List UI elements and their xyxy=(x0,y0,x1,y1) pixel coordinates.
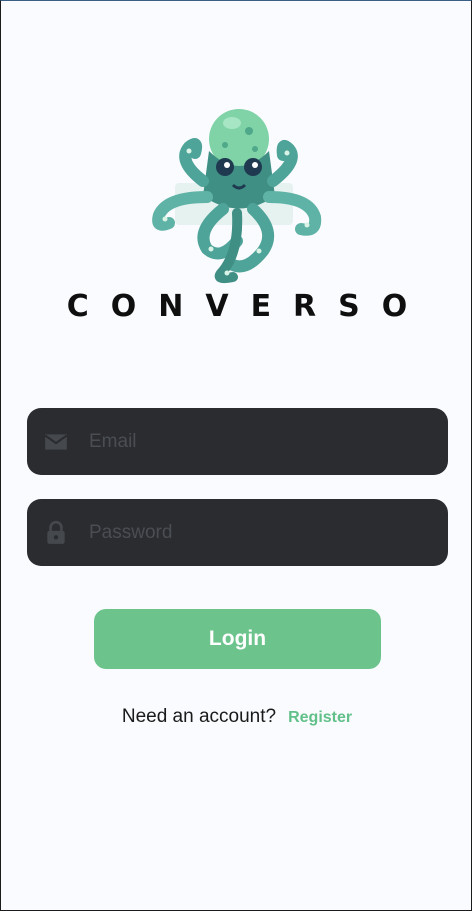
envelope-icon xyxy=(44,434,68,450)
email-field[interactable] xyxy=(27,408,448,475)
password-input[interactable] xyxy=(89,499,429,566)
need-account-text: Need an account? xyxy=(121,706,277,727)
octopus-logo-icon xyxy=(152,109,322,284)
password-field[interactable] xyxy=(27,499,448,566)
login-button[interactable]: Login xyxy=(94,609,381,669)
email-input[interactable] xyxy=(89,408,429,475)
app-brand-name: CONVERSO xyxy=(66,289,430,324)
login-screen: CONVERSO Login Need an account? Register xyxy=(0,0,472,911)
register-prompt-row: Need an account? Register xyxy=(1,706,471,728)
register-link[interactable]: Register xyxy=(288,709,352,726)
lock-icon xyxy=(47,520,65,544)
